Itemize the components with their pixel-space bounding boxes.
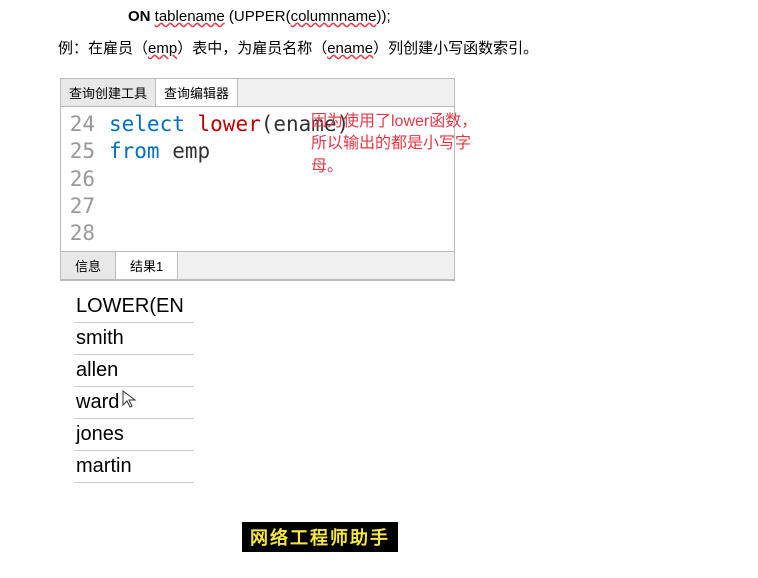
result-row[interactable]: smith xyxy=(74,323,194,355)
sql-syntax-line: ON tablename (UPPER(columnname)); xyxy=(0,0,758,25)
example-text: 例：在雇员（emp）表中，为雇员名称（ename）列创建小写函数索引。 xyxy=(0,25,758,58)
tablename-placeholder: tablename xyxy=(155,8,225,25)
cursor-icon xyxy=(122,390,138,410)
on-keyword: ON xyxy=(128,8,151,25)
line-number: 24 xyxy=(61,111,95,138)
line-number: 27 xyxy=(61,193,95,220)
line-number: 28 xyxy=(61,220,95,247)
result-grid: LOWER(EN smith allen ward jones martin xyxy=(74,291,194,483)
columnname-placeholder: columnname xyxy=(291,8,377,25)
query-editor-panel: 查询创建工具 查询编辑器 24 25 26 27 28 select lower… xyxy=(60,78,455,281)
line-number: 25 xyxy=(61,138,95,165)
watermark-label: 网络工程师助手 xyxy=(242,522,398,552)
result-header: LOWER(EN xyxy=(74,291,194,323)
emp-text: emp xyxy=(148,40,177,57)
tab-query-editor[interactable]: 查询编辑器 xyxy=(156,79,238,106)
code-area[interactable]: 24 25 26 27 28 select lower(ename) from … xyxy=(61,107,454,251)
red-annotation: 因为使用了lower函数，所以输出的都是小写字母。 xyxy=(311,111,481,178)
result-tab-row: 信息 结果1 xyxy=(61,251,454,280)
ename-text: ename xyxy=(327,40,373,57)
line-number: 26 xyxy=(61,166,95,193)
code-line-5 xyxy=(109,220,454,247)
result-row[interactable]: ward xyxy=(74,387,194,419)
editor-tab-row: 查询创建工具 查询编辑器 xyxy=(61,79,454,107)
result-row[interactable]: allen xyxy=(74,355,194,387)
tab-info[interactable]: 信息 xyxy=(61,252,116,279)
syntax-mid: (UPPER( xyxy=(225,8,291,25)
result-row[interactable]: jones xyxy=(74,419,194,451)
tab-result1[interactable]: 结果1 xyxy=(116,252,178,279)
line-number-gutter: 24 25 26 27 28 xyxy=(61,107,103,251)
syntax-end: )); xyxy=(376,8,390,25)
code-lines[interactable]: select lower(ename) from emp 因为使用了lower函… xyxy=(103,107,454,251)
result-row[interactable]: martin xyxy=(74,451,194,483)
code-line-4 xyxy=(109,193,454,220)
tab-query-builder[interactable]: 查询创建工具 xyxy=(61,79,156,106)
